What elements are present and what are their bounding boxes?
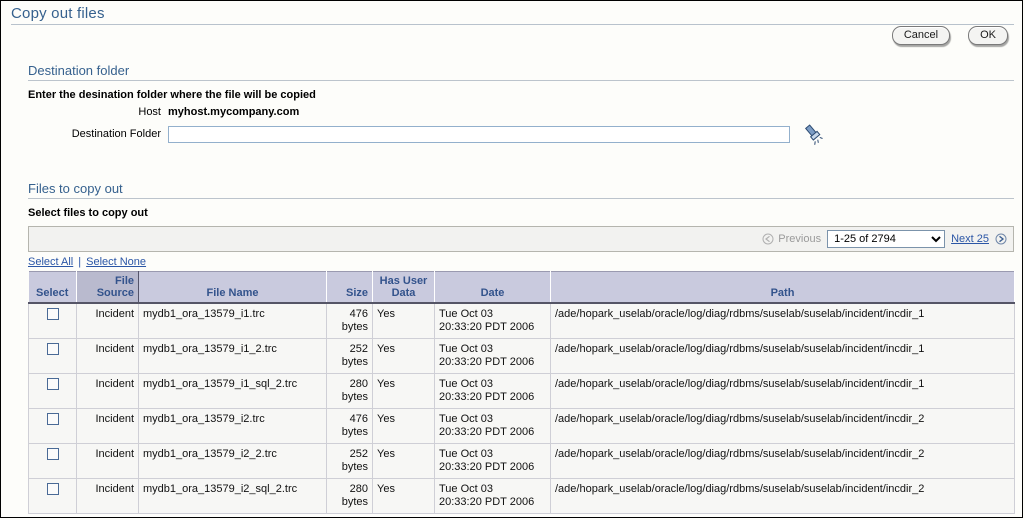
cell-file-name: mydb1_ora_13579_i1.trc: [138, 303, 327, 339]
table-row: Incident mydb1_ora_13579_i2_sql_2.trc 280 b…: [28, 478, 1015, 514]
cell-file-source: Incident: [76, 478, 139, 514]
page-header: Copy out files: [11, 5, 1014, 25]
select-all-link[interactable]: Select All: [28, 256, 73, 268]
files-section-subtitle: Select files to copy out: [28, 207, 148, 219]
cell-date: Tue Oct 03 20:33:20 PDT 2006: [434, 408, 551, 444]
table-row: Incident mydb1_ora_13579_i2.trc 476 bytes Ye…: [28, 408, 1015, 444]
cell-file-name: mydb1_ora_13579_i2_sql_2.trc: [138, 478, 327, 514]
cell-size: 280 bytes: [326, 478, 373, 514]
cell-path: /ade/hopark_uselab/oracle/log/diag/rdbms…: [550, 338, 1015, 374]
top-action-bar: Cancel OK: [891, 26, 1008, 45]
previous-page-label: Previous: [778, 233, 822, 245]
cell-date: Tue Oct 03 20:33:20 PDT 2006: [434, 443, 551, 479]
destination-section-title: Destination folder: [28, 63, 130, 78]
page-range-select[interactable]: 1-25 of 2794: [827, 230, 946, 248]
cancel-button[interactable]: Cancel: [891, 26, 951, 45]
cell-file-name: mydb1_ora_13579_i2.trc: [138, 408, 327, 444]
files-section-title: Files to copy out: [28, 181, 123, 196]
cell-size: 280 bytes: [326, 373, 373, 409]
row-checkbox[interactable]: [46, 378, 59, 390]
row-checkbox[interactable]: [46, 448, 59, 460]
column-header-path[interactable]: Path: [550, 271, 1015, 304]
files-table: Select File Source File Name Size Has Us…: [28, 271, 1015, 514]
column-header-file-name[interactable]: File Name: [138, 271, 327, 304]
cell-path: /ade/hopark_uselab/oracle/log/diag/rdbms…: [550, 478, 1015, 514]
select-none-link[interactable]: Select None: [86, 256, 146, 268]
row-checkbox[interactable]: [46, 413, 59, 425]
table-row: Incident mydb1_ora_13579_i1.trc 476 bytes Ye…: [28, 303, 1015, 339]
files-to-copy-out-section: Files to copy out Select files to copy o…: [28, 181, 1015, 514]
table-row: Incident mydb1_ora_13579_i1_2.trc 252 bytes…: [28, 338, 1015, 374]
selection-links-separator: |: [78, 256, 82, 268]
cell-has-user-data: Yes: [372, 408, 435, 444]
row-select-cell: [28, 338, 77, 374]
previous-page-button: Previous: [762, 233, 821, 245]
row-select-cell: [28, 303, 77, 339]
selection-links: Select All | Select None: [28, 256, 1014, 268]
cell-size: 476 bytes: [326, 303, 373, 339]
destination-folder-label: Destination Folder: [71, 128, 161, 140]
circle-left-arrow-icon: [762, 233, 774, 245]
files-table-header-row: Select File Source File Name Size Has Us…: [28, 271, 1015, 304]
flashlight-icon[interactable]: [802, 123, 824, 145]
cell-date: Tue Oct 03 20:33:20 PDT 2006: [434, 478, 551, 514]
copy-out-files-window: Copy out files Cancel OK Destination fol…: [0, 0, 1023, 518]
cell-file-source: Incident: [76, 408, 139, 444]
cell-file-source: Incident: [76, 303, 139, 339]
column-header-select[interactable]: Select: [28, 271, 77, 304]
column-header-has-user-data[interactable]: Has User Data: [372, 271, 435, 304]
cell-has-user-data: Yes: [372, 373, 435, 409]
cell-file-source: Incident: [76, 373, 139, 409]
row-select-cell: [28, 408, 77, 444]
cell-size: 476 bytes: [326, 408, 373, 444]
row-checkbox[interactable]: [46, 308, 59, 320]
row-checkbox[interactable]: [46, 343, 59, 355]
row-select-cell: [28, 443, 77, 479]
cell-date: Tue Oct 03 20:33:20 PDT 2006: [434, 338, 551, 374]
destination-folder-section: Destination folder Enter the desination …: [28, 63, 1014, 145]
row-select-cell: [28, 478, 77, 514]
cell-size: 252 bytes: [326, 338, 373, 374]
cell-file-name: mydb1_ora_13579_i1_sql_2.trc: [138, 373, 327, 409]
ok-button[interactable]: OK: [968, 26, 1008, 45]
cell-path: /ade/hopark_uselab/oracle/log/diag/rdbms…: [550, 303, 1015, 339]
destination-instruction: Enter the desination folder where the fi…: [28, 89, 316, 101]
cell-path: /ade/hopark_uselab/oracle/log/diag/rdbms…: [550, 408, 1015, 444]
next-page-link[interactable]: Next 25: [951, 233, 989, 245]
destination-folder-row: Destination Folder: [28, 123, 1014, 145]
row-checkbox[interactable]: [46, 483, 59, 495]
title-divider: [11, 24, 1014, 25]
cell-file-source: Incident: [76, 338, 139, 374]
cell-has-user-data: Yes: [372, 338, 435, 374]
cell-date: Tue Oct 03 20:33:20 PDT 2006: [434, 373, 551, 409]
pagination-bar: Previous 1-25 of 2794 Next 25: [28, 226, 1014, 252]
cell-path: /ade/hopark_uselab/oracle/log/diag/rdbms…: [550, 373, 1015, 409]
destination-section-divider: [28, 80, 1014, 81]
cell-file-source: Incident: [76, 443, 139, 479]
host-row: Host myhost.mycompany.com: [28, 106, 1014, 118]
cell-file-name: mydb1_ora_13579_i1_2.trc: [138, 338, 327, 374]
circle-right-arrow-icon[interactable]: [995, 233, 1007, 245]
cell-has-user-data: Yes: [372, 478, 435, 514]
cell-has-user-data: Yes: [372, 303, 435, 339]
table-row: Incident mydb1_ora_13579_i1_sql_2.trc 280 b…: [28, 373, 1015, 409]
cell-date: Tue Oct 03 20:33:20 PDT 2006: [434, 303, 551, 339]
page-title: Copy out files: [11, 5, 105, 22]
column-header-size[interactable]: Size: [326, 271, 373, 304]
row-select-cell: [28, 373, 77, 409]
files-table-body: Incident mydb1_ora_13579_i1.trc 476 bytes Ye…: [28, 303, 1015, 514]
table-row: Incident mydb1_ora_13579_i2_2.trc 252 bytes…: [28, 443, 1015, 479]
host-value: myhost.mycompany.com: [168, 106, 300, 118]
host-label: Host: [138, 106, 161, 118]
cell-path: /ade/hopark_uselab/oracle/log/diag/rdbms…: [550, 443, 1015, 479]
column-header-file-source[interactable]: File Source: [76, 271, 139, 304]
destination-folder-input[interactable]: [168, 125, 790, 143]
files-section-divider: [28, 198, 1014, 199]
column-header-date[interactable]: Date: [434, 271, 551, 304]
cell-has-user-data: Yes: [372, 443, 435, 479]
cell-file-name: mydb1_ora_13579_i2_2.trc: [138, 443, 327, 479]
cell-size: 252 bytes: [326, 443, 373, 479]
